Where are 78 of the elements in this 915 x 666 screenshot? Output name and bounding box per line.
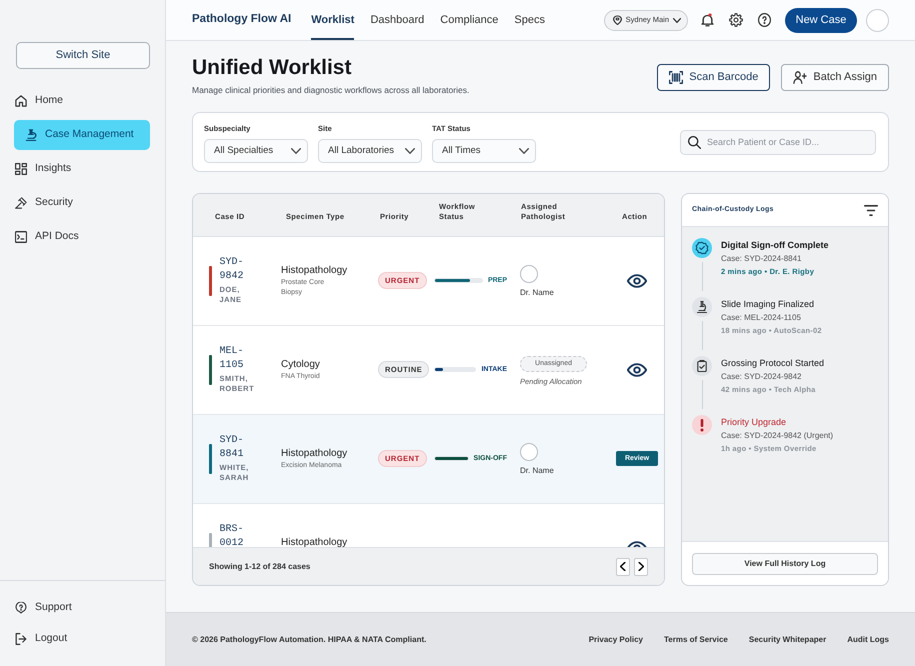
- log-title: Slide Imaging Finalized: [721, 298, 816, 311]
- eye-icon[interactable]: [627, 362, 647, 377]
- sidebar-item[interactable]: Security: [14, 188, 150, 218]
- grid-icon: [15, 163, 27, 175]
- nav-tab[interactable]: Dashboard: [370, 0, 424, 40]
- batch-assign-button[interactable]: Batch Assign: [781, 64, 889, 91]
- chevron-left-icon: [620, 562, 626, 572]
- alert-icon: [692, 415, 712, 435]
- footer-link[interactable]: Privacy Policy: [588, 634, 643, 646]
- microscope-icon: [692, 297, 712, 317]
- search-field[interactable]: Search Patient or Case ID...: [680, 130, 876, 154]
- microscope-icon: [25, 129, 37, 141]
- nav-tab[interactable]: Worklist: [311, 0, 354, 40]
- select-field[interactable]: All Laboratories: [318, 138, 422, 163]
- chevron-down-icon: [519, 148, 529, 154]
- footer-link[interactable]: Security Whitepaper: [748, 634, 826, 646]
- pathologist-name: Dr. Name: [520, 465, 554, 478]
- nav-tab[interactable]: Compliance: [440, 0, 498, 40]
- avatar-icon: [520, 443, 538, 462]
- log-title: Digital Sign-off Complete: [721, 239, 828, 252]
- specimen-type: Histopathology: [281, 536, 348, 548]
- view-history-button[interactable]: View Full History Log: [692, 552, 878, 574]
- sidebar-item[interactable]: Support: [14, 593, 150, 623]
- specimen-type: Histopathology: [281, 446, 348, 460]
- nav-tab[interactable]: Specs: [514, 0, 545, 40]
- eye-icon[interactable]: [627, 274, 647, 288]
- page-title: Unified Worklist: [192, 55, 352, 80]
- next-page-button[interactable]: [634, 558, 648, 576]
- specimen-type: Cytology: [281, 358, 321, 371]
- log-title: Grossing Protocol Started: [721, 357, 824, 370]
- case-id: MEL-1105: [220, 345, 244, 374]
- new-case-button[interactable]: New Case: [785, 8, 857, 32]
- pathologist-name: Dr. Name: [520, 287, 554, 300]
- case-id: BRS-0012: [220, 523, 244, 548]
- log-case: Case: SYD-2024-8841: [721, 253, 802, 265]
- chevron-down-icon: [291, 148, 301, 154]
- filter-icon[interactable]: [864, 204, 878, 216]
- help-icon[interactable]: [758, 13, 771, 27]
- copyright-text: © 2026 PathologyFlow Automation. HIPAA & NATA Compliant.: [192, 634, 426, 646]
- terminal-icon: [15, 231, 27, 243]
- sidebar-item[interactable]: Logout: [14, 624, 150, 654]
- bell-icon[interactable]: [701, 13, 714, 27]
- sidebar-item[interactable]: Case Management: [14, 120, 150, 150]
- scan-barcode-button[interactable]: Scan Barcode: [657, 64, 770, 91]
- sidebar-item[interactable]: Home: [14, 86, 150, 116]
- select-field[interactable]: All Specialties: [204, 138, 308, 163]
- person-add-icon: [793, 71, 808, 84]
- log-case: Case: SYD-2024-9842: [721, 371, 802, 383]
- barcode-icon: [669, 71, 684, 84]
- switch-site-button[interactable]: Switch Site: [16, 42, 150, 69]
- search-icon: [688, 136, 701, 148]
- chevron-down-icon: [405, 148, 415, 154]
- log-title: Priority Upgrade: [721, 416, 788, 429]
- footer-link[interactable]: Terms of Service: [664, 634, 728, 646]
- brand-name: Pathology Flow AI: [192, 12, 292, 28]
- chevron-down-icon: [673, 18, 681, 22]
- help-icon: [15, 602, 27, 614]
- check-badge-icon: [692, 238, 712, 258]
- log-case: Case: SYD-2024-9842 (Urgent): [721, 430, 834, 442]
- sidebar-item[interactable]: API Docs: [14, 222, 150, 252]
- specimen-type: Histopathology: [281, 264, 348, 277]
- case-id: SYD-8841: [220, 434, 244, 462]
- pagination-summary: Showing 1-12 of 284 cases: [209, 560, 310, 573]
- previous-page-button[interactable]: [616, 558, 630, 576]
- chevron-right-icon: [638, 562, 644, 572]
- settings-icon[interactable]: [729, 13, 743, 27]
- home-icon: [15, 95, 27, 107]
- avatar-icon: [520, 265, 538, 284]
- select-field[interactable]: All Times: [432, 138, 536, 163]
- log-case: Case: MEL-2024-1105: [721, 312, 802, 324]
- case-id: SYD-9842: [220, 256, 244, 284]
- gavel-icon: [15, 197, 27, 209]
- clipboard-check-icon: [692, 356, 712, 376]
- logout-icon: [15, 633, 27, 645]
- sidebar-item[interactable]: Insights: [14, 154, 150, 184]
- pin-icon: [612, 15, 622, 25]
- page-subtitle: Manage clinical priorities and diagnostic workflows across all laboratories.: [192, 84, 470, 97]
- footer-link[interactable]: Audit Logs: [847, 634, 889, 646]
